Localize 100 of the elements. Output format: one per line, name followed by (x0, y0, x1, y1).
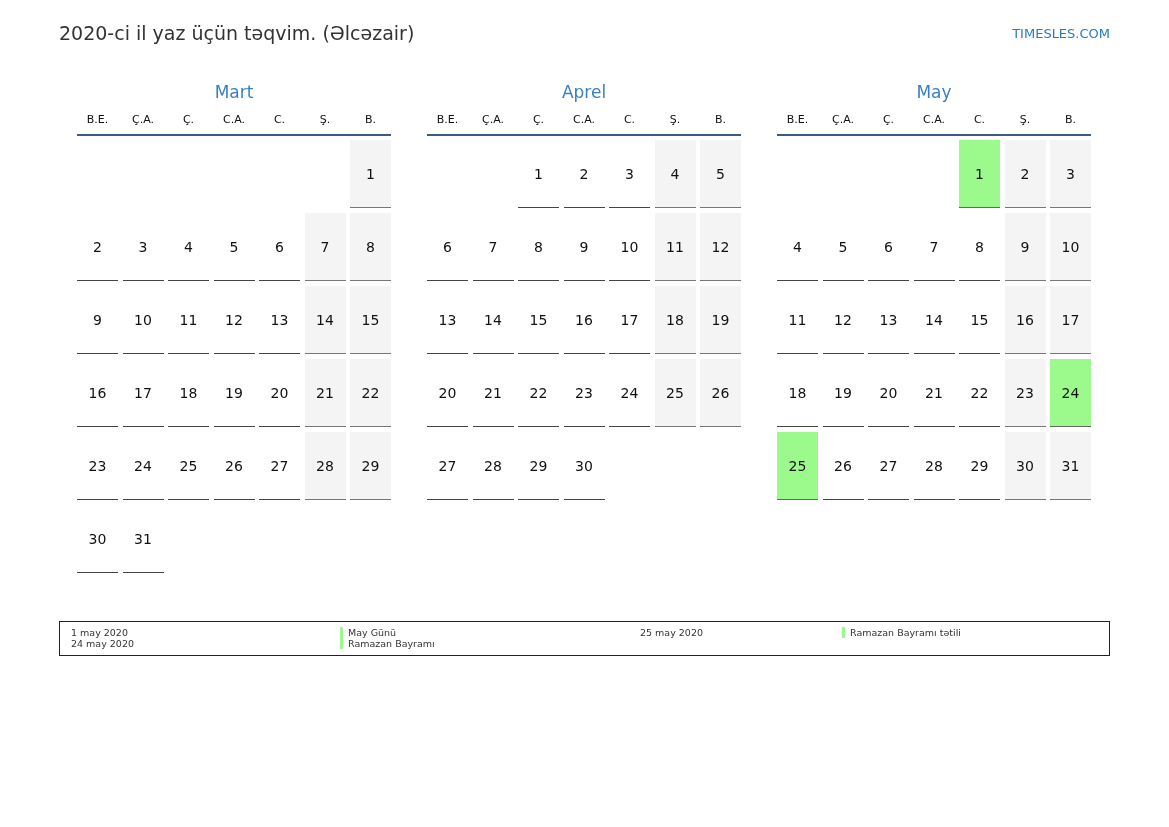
day-cell: 2 (1004, 140, 1046, 208)
day-cell: 18 (168, 359, 209, 427)
day-cell: 26 (700, 359, 741, 427)
day-cell: 30 (1004, 432, 1046, 500)
day-cell: 10 (122, 286, 164, 354)
day-cell: 11 (777, 286, 818, 354)
holiday-name: Ramazan Bayramı tətili (842, 627, 1098, 638)
day-cell: 22 (959, 359, 1000, 427)
day-cell: 25 (654, 359, 696, 427)
holiday-date: 25 may 2020 (640, 627, 704, 638)
day-cell: 24 (609, 359, 650, 427)
weekday-label: Ç. (881, 112, 896, 126)
day-cell: 13 (868, 286, 909, 354)
day-cell: 12 (700, 213, 741, 281)
site-link[interactable]: TIMESLES.COM (1012, 25, 1110, 41)
day-cell: 17 (1050, 286, 1091, 354)
weekday-label: C.A. (922, 112, 946, 126)
weekday-label: B. (363, 112, 377, 126)
weekday-label: Ç.A. (481, 112, 505, 126)
day-cell: 30 (77, 505, 118, 573)
day-cell: 25 (168, 432, 209, 500)
day-cell: 18 (777, 359, 818, 427)
weekday-label: B. (713, 112, 727, 126)
day-cell: 9 (77, 286, 118, 354)
day-cell: 6 (259, 213, 300, 281)
day-cell: 5 (822, 213, 864, 281)
holiday-date: 1 may 2020 (71, 627, 129, 638)
day-cell: 8 (350, 213, 391, 281)
day-cell: 23 (77, 432, 118, 500)
day-cell: 8 (959, 213, 1000, 281)
day-cell: 3 (609, 140, 650, 208)
day-cell: 30 (563, 432, 605, 500)
day-cell: 8 (518, 213, 559, 281)
day-cell: 24 (1050, 359, 1091, 427)
day-cell: 28 (304, 432, 346, 500)
day-cell: 15 (350, 286, 391, 354)
day-cell: 16 (77, 359, 118, 427)
weekday-label: C.A. (572, 112, 596, 126)
day-cell: 15 (959, 286, 1000, 354)
day-cell: 23 (563, 359, 605, 427)
day-cell: 11 (168, 286, 209, 354)
day-cell: 29 (518, 432, 559, 500)
day-cell: 1 (959, 140, 1000, 208)
day-cell: 1 (350, 140, 391, 208)
weekday-label: Ç. (531, 112, 546, 126)
day-cell: 22 (518, 359, 559, 427)
day-cell: 7 (472, 213, 514, 281)
day-cell: 4 (654, 140, 696, 208)
weekday-label: Ç.A. (831, 112, 855, 126)
day-cell: 3 (122, 213, 164, 281)
weekday-label: Ş. (318, 112, 332, 126)
day-cell: 7 (913, 213, 955, 281)
day-cell: 12 (822, 286, 864, 354)
day-cell: 23 (1004, 359, 1046, 427)
weekday-label: C. (622, 112, 637, 126)
day-cell: 16 (1004, 286, 1046, 354)
weekday-label: Ç. (181, 112, 196, 126)
day-cell: 9 (563, 213, 605, 281)
day-cell: 19 (213, 359, 255, 427)
day-cell: 21 (472, 359, 514, 427)
day-cell: 6 (868, 213, 909, 281)
day-cell: 5 (213, 213, 255, 281)
weekday-label: B.E. (785, 112, 810, 126)
day-cell: 24 (122, 432, 164, 500)
day-cell: 26 (213, 432, 255, 500)
day-cell: 21 (304, 359, 346, 427)
weekday-label: C. (972, 112, 987, 126)
day-cell: 1 (518, 140, 559, 208)
weekday-label: Ş. (668, 112, 682, 126)
day-cell: 6 (427, 213, 468, 281)
day-cell: 25 (777, 432, 818, 500)
month-title: Mart (213, 81, 255, 104)
weekday-label: Ş. (1018, 112, 1032, 126)
day-cell: 27 (868, 432, 909, 500)
day-cell: 3 (1050, 140, 1091, 208)
day-cell: 20 (427, 359, 468, 427)
day-cell: 17 (122, 359, 164, 427)
day-cell: 19 (822, 359, 864, 427)
day-cell: 2 (563, 140, 605, 208)
day-cell: 13 (427, 286, 468, 354)
month-title: May (915, 81, 953, 104)
day-cell: 5 (700, 140, 741, 208)
holiday-name: Ramazan Bayramı (340, 638, 640, 649)
weekday-label: C.A. (222, 112, 246, 126)
weekday-label: B.E. (85, 112, 110, 126)
day-cell: 15 (518, 286, 559, 354)
day-cell: 22 (350, 359, 391, 427)
weekday-label: B. (1063, 112, 1077, 126)
month-title: Aprel (560, 81, 608, 104)
day-cell: 27 (259, 432, 300, 500)
day-cell: 14 (472, 286, 514, 354)
holiday-date: 24 may 2020 (71, 638, 135, 649)
day-cell: 31 (122, 505, 164, 573)
day-cell: 28 (913, 432, 955, 500)
day-cell: 4 (168, 213, 209, 281)
day-cell: 20 (868, 359, 909, 427)
holiday-name: May Günü (340, 627, 640, 638)
page-title: 2020-ci il yaz üçün təqvim. (Əlcəzair) (59, 22, 415, 44)
day-cell: 14 (913, 286, 955, 354)
day-cell: 28 (472, 432, 514, 500)
